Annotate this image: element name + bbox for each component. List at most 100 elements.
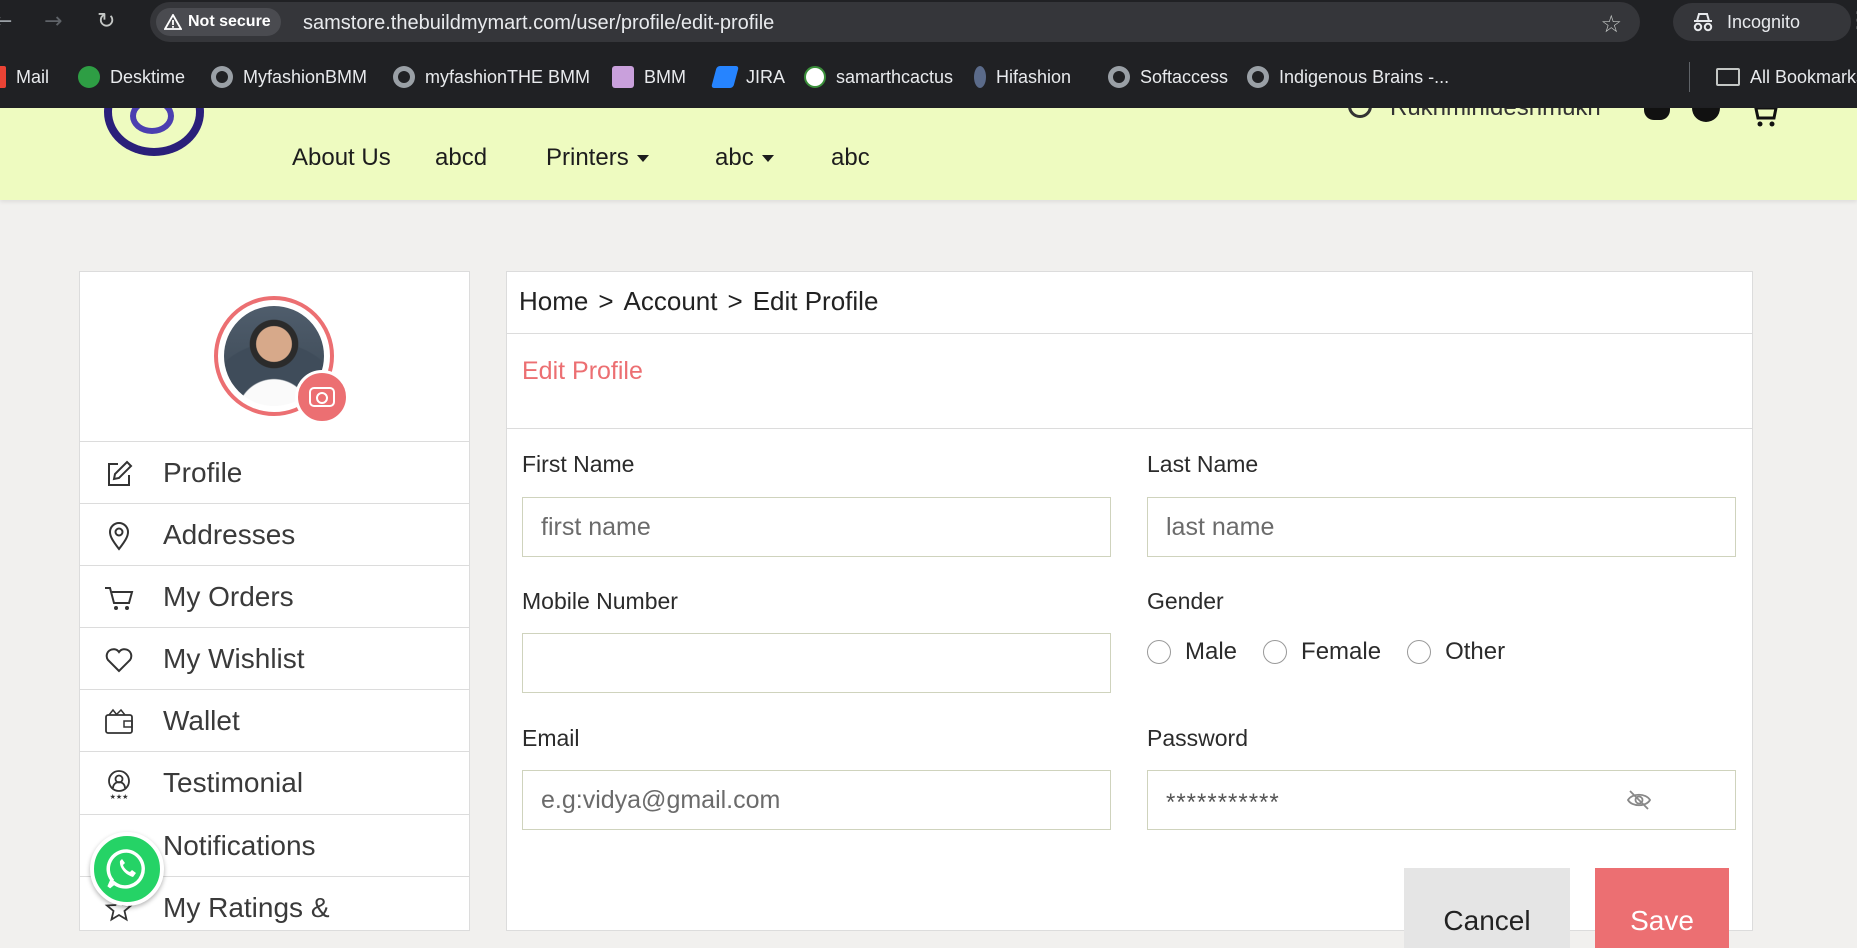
cancel-button[interactable]: Cancel <box>1404 868 1570 948</box>
nav-abc-dropdown[interactable]: abc <box>715 144 774 172</box>
bookmark-myfashionthe-bmm[interactable]: myfashionTHE BMM <box>393 64 590 90</box>
sidebar-item-label: Profile <box>163 457 243 488</box>
folder-icon <box>1716 68 1740 86</box>
bookmark-label: Mail <box>16 66 50 87</box>
search-icon[interactable] <box>1348 108 1372 118</box>
bookmark-label: All Bookmarks <box>1750 66 1857 87</box>
email-label: Email <box>522 725 580 751</box>
globe-icon <box>393 66 415 88</box>
security-label: Not secure <box>188 13 271 30</box>
bookmarks-divider <box>1689 62 1690 92</box>
url-text[interactable]: samstore.thebuildmymart.com/user/profile… <box>303 12 774 34</box>
gender-option-label: Male <box>1185 638 1238 665</box>
last-name-label: Last Name <box>1147 451 1259 477</box>
nav-abc[interactable]: abc <box>831 144 870 172</box>
gender-other-radio[interactable]: Other <box>1407 638 1505 666</box>
sidebar-item-label: My Wishlist <box>163 643 305 674</box>
mobile-number-label: Mobile Number <box>522 588 678 614</box>
bookmark-jira[interactable]: JIRA <box>711 64 785 90</box>
bookmark-label: BMM <box>644 66 686 87</box>
reload-icon[interactable]: ↻ <box>97 10 115 34</box>
account-sidebar: Profile Addresses My Orders My Wishlist … <box>79 271 470 931</box>
gender-label: Gender <box>1147 588 1224 614</box>
gender-option-label: Female <box>1301 638 1382 665</box>
user-name[interactable]: Rukhminideshmukh <box>1390 108 1601 122</box>
sidebar-item-testimonial[interactable]: ★★★ Testimonial <box>80 751 469 813</box>
page-title: Edit Profile <box>522 357 643 385</box>
testimonial-icon: ★★★ <box>108 770 130 799</box>
password-input[interactable]: *********** <box>1147 770 1736 830</box>
sidebar-item-label: Addresses <box>163 519 296 550</box>
security-chip[interactable]: Not secure <box>156 8 281 36</box>
globe-icon <box>211 66 233 88</box>
sidebar-item-my-wishlist[interactable]: My Wishlist <box>80 627 469 689</box>
nav-abcd[interactable]: abcd <box>435 144 487 172</box>
save-button[interactable]: Save <box>1595 868 1729 948</box>
breadcrumb-account[interactable]: Account <box>624 286 718 316</box>
nav-about-us[interactable]: About Us <box>292 144 391 172</box>
forward-arrow-icon[interactable]: → <box>44 10 62 34</box>
address-bar[interactable]: Not secure samstore.thebuildmymart.com/u… <box>150 2 1640 42</box>
bookmark-myfashionbmm[interactable]: MyfashionBMM <box>211 64 367 90</box>
email-input[interactable] <box>522 770 1111 830</box>
radio-circle[interactable] <box>1263 640 1288 664</box>
sidebar-item-label: Wallet <box>163 705 240 736</box>
change-photo-button[interactable] <box>295 370 349 424</box>
bookmark-indigenous-brains[interactable]: Indigenous Brains -... <box>1247 64 1449 90</box>
gmail-icon <box>0 66 6 88</box>
radio-circle[interactable] <box>1147 640 1171 664</box>
nav-printers[interactable]: Printers <box>546 144 649 172</box>
user-icon[interactable] <box>1644 108 1670 120</box>
first-name-input[interactable] <box>522 497 1111 557</box>
bookmark-star-icon[interactable]: ☆ <box>1600 10 1622 38</box>
warning-icon <box>164 14 182 30</box>
bookmark-samarthcactus[interactable]: samarthcactus <box>804 64 953 90</box>
whatsapp-chat-button[interactable] <box>90 832 164 906</box>
gender-female-radio[interactable]: Female <box>1263 638 1381 666</box>
breadcrumb: Home > Account > Edit Profile <box>507 272 1752 334</box>
bookmark-desktime[interactable]: Desktime <box>78 64 185 90</box>
edit-icon <box>108 460 133 486</box>
gender-option-label: Other <box>1445 638 1506 665</box>
incognito-badge[interactable]: Incognito <box>1673 3 1851 41</box>
sidebar-item-profile[interactable]: Profile <box>80 441 469 503</box>
sidebar-item-my-orders[interactable]: My Orders <box>80 565 469 627</box>
incognito-icon <box>1693 13 1713 32</box>
heart-icon <box>105 648 133 673</box>
gender-male-radio[interactable]: Male <box>1147 638 1237 666</box>
bookmark-bmm[interactable]: BMM <box>612 64 686 90</box>
browser-menu-icon[interactable]: ⋮ <box>1847 8 1857 33</box>
location-pin-icon <box>108 522 130 551</box>
eye-slash-icon[interactable] <box>1626 789 1652 811</box>
breadcrumb-home[interactable]: Home <box>519 286 588 316</box>
all-bookmarks-button[interactable]: All Bookmarks <box>1716 64 1857 90</box>
breadcrumb-separator: > <box>598 286 614 316</box>
breadcrumb-separator: > <box>727 286 743 316</box>
caret-down-icon <box>636 155 649 163</box>
whatsapp-icon <box>106 849 145 889</box>
bookmark-hifashion[interactable]: Hifashion <box>974 64 1071 90</box>
nav-printers-label: Printers <box>546 144 629 171</box>
radio-circle[interactable] <box>1407 640 1432 664</box>
globe-icon <box>1247 66 1269 88</box>
svg-text:★★★: ★★★ <box>110 793 129 799</box>
mobile-number-input[interactable] <box>522 633 1111 693</box>
heart-icon[interactable] <box>1692 108 1720 122</box>
jira-icon <box>711 66 739 88</box>
sidebar-item-label: My Orders <box>163 581 294 612</box>
edit-profile-panel: Home > Account > Edit Profile Edit Profile F… <box>506 271 1753 948</box>
bookmark-label: Hifashion <box>996 66 1072 87</box>
browser-toolbar: ← → ↻ Not secure samstore.thebuildmymart… <box>0 0 1857 44</box>
nav-abc-label: abc <box>715 144 754 171</box>
sidebar-item-wallet[interactable]: Wallet <box>80 689 469 751</box>
breadcrumb-current: Edit Profile <box>752 286 879 316</box>
wallet-icon <box>105 708 133 734</box>
cart-icon[interactable] <box>1748 108 1778 128</box>
back-arrow-icon[interactable]: ← <box>0 10 12 34</box>
password-label: Password <box>1147 725 1248 751</box>
bookmark-softaccess[interactable]: Softaccess <box>1108 64 1228 90</box>
sidebar-item-addresses[interactable]: Addresses <box>80 503 469 565</box>
last-name-input[interactable] <box>1147 497 1736 557</box>
bookmark-mail[interactable]: Mail <box>0 64 49 90</box>
desktime-icon <box>78 66 100 88</box>
